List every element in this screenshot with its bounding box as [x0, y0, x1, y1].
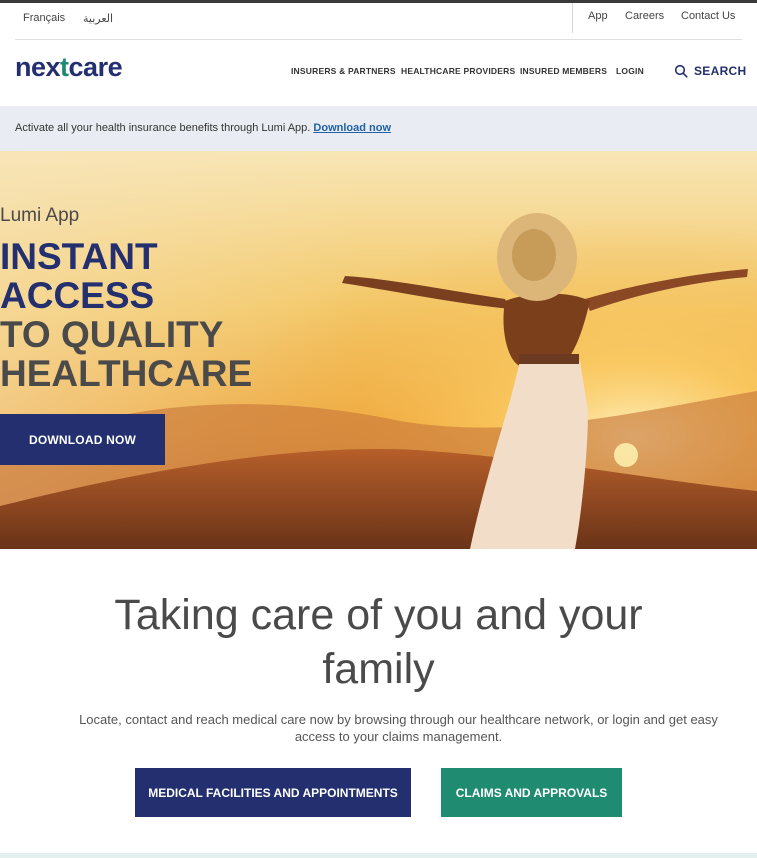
hero-section: Lumi App INSTANT ACCESS TO QUALITY HEALT…	[0, 151, 757, 549]
nextcare-logo[interactable]: nextcare	[15, 52, 123, 83]
utility-bar: Français العربية App Careers Contact Us	[0, 3, 757, 40]
nav-login[interactable]: LOGIN	[616, 66, 644, 76]
intro-title: Taking care of you and your family	[0, 588, 757, 696]
logo-text-2: care	[68, 52, 123, 82]
download-now-button[interactable]: DOWNLOAD NOW	[0, 414, 165, 465]
language-french-link[interactable]: Français	[23, 12, 65, 24]
nav-insured-members[interactable]: INSURED MEMBERS	[520, 66, 607, 76]
logo-text-1: nex	[15, 52, 61, 82]
hero-title-line-1: INSTANT	[0, 236, 158, 277]
banner-text: Activate all your health insurance benef…	[15, 122, 391, 134]
search-icon	[674, 64, 688, 78]
banner-download-link[interactable]: Download now	[313, 122, 391, 134]
announcement-banner: Activate all your health insurance benef…	[0, 106, 757, 151]
logo-text-accent: t	[60, 52, 69, 82]
banner-message: Activate all your health insurance benef…	[15, 122, 311, 134]
search-label: SEARCH	[694, 64, 747, 78]
hero-title: INSTANT ACCESS TO QUALITY HEALTHCARE	[0, 237, 252, 393]
nav-insurers-partners[interactable]: INSURERS & PARTNERS	[291, 66, 396, 76]
intro-title-line-2: family	[322, 645, 435, 693]
hero-eyebrow: Lumi App	[0, 205, 80, 226]
contact-us-link[interactable]: Contact Us	[681, 10, 735, 22]
careers-link[interactable]: Careers	[625, 10, 664, 22]
bottom-strip	[0, 853, 757, 858]
utility-divider	[572, 3, 573, 33]
medical-facilities-button[interactable]: MEDICAL FACILITIES AND APPOINTMENTS	[135, 768, 411, 817]
app-link[interactable]: App	[588, 10, 608, 22]
claims-approvals-button[interactable]: CLAIMS AND APPROVALS	[441, 768, 622, 817]
search-button[interactable]: SEARCH	[674, 62, 746, 80]
language-arabic-link[interactable]: العربية	[83, 12, 113, 25]
main-header: nextcare INSURERS & PARTNERS HEALTHCARE …	[0, 40, 757, 106]
hero-title-line-4: HEALTHCARE	[0, 353, 253, 394]
hero-title-line-2: ACCESS	[0, 275, 155, 316]
intro-description: Locate, contact and reach medical care n…	[79, 712, 718, 744]
intro-title-line-1: Taking care of you and your	[114, 591, 643, 639]
nav-healthcare-providers[interactable]: HEALTHCARE PROVIDERS	[401, 66, 515, 76]
hero-title-line-3: TO QUALITY	[0, 314, 224, 355]
